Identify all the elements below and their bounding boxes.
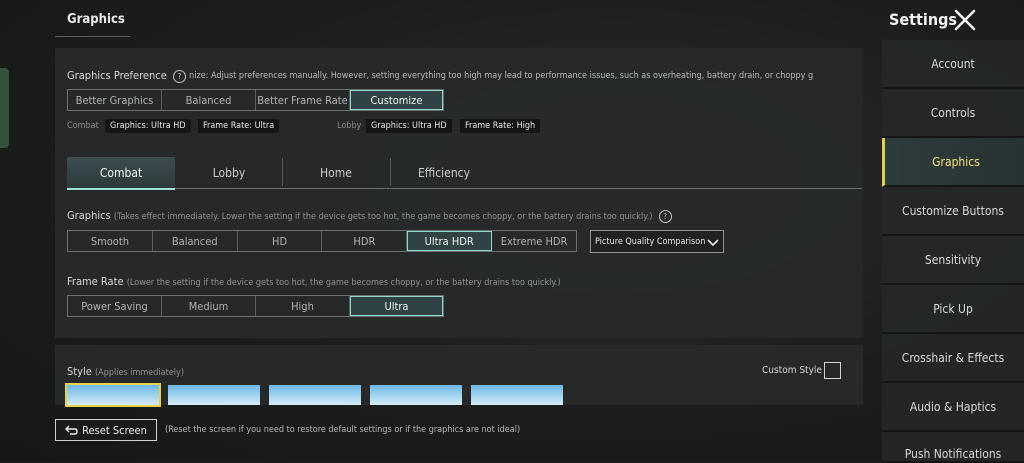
graphics-quality-heading: Graphics (Takes effect immediately. Lowe…	[67, 209, 672, 223]
pref-option-customize[interactable]: Customize	[350, 90, 443, 110]
graphics-quality-label: Graphics	[67, 209, 111, 222]
close-button[interactable]	[953, 8, 977, 32]
style-heading: Style (Applies immediately)	[67, 365, 184, 378]
close-icon	[954, 9, 976, 31]
combat-summary-label: Combat	[67, 121, 99, 131]
sidebar-item-sensitivity[interactable]: Sensitivity	[882, 236, 1024, 285]
lobby-summary-label: Lobby	[337, 121, 362, 131]
combat-graphics-chip: Graphics: Ultra HD	[105, 119, 191, 133]
pref-option-balanced[interactable]: Balanced	[162, 90, 256, 110]
frame-rate-label: Frame Rate	[67, 275, 124, 288]
custom-style-label: Custom Style	[762, 365, 822, 376]
graphics-option-ultra-hdr[interactable]: Ultra HDR	[407, 231, 493, 251]
pref-option-better-graphics[interactable]: Better Graphics	[68, 90, 162, 110]
graphics-quality-selector: Smooth Balanced HD HDR Ultra HDR Extreme…	[67, 230, 577, 252]
reset-arrow-icon	[65, 425, 78, 435]
reset-screen-button[interactable]: Reset Screen	[55, 419, 157, 441]
style-thumbnail[interactable]	[370, 385, 462, 405]
tab-divider	[390, 158, 391, 186]
frame-rate-selector: Power Saving Medium High Ultra	[67, 295, 444, 317]
graphics-preference-description: nize: Adjust preferences manually. Howev…	[189, 71, 814, 81]
graphics-option-extreme-hdr[interactable]: Extreme HDR	[492, 231, 576, 251]
frame-rate-note: (Lower the setting if the device gets to…	[126, 278, 561, 288]
reset-screen-note: (Reset the screen if you need to restore…	[165, 425, 521, 435]
combat-framerate-chip: Frame Rate: Ultra	[198, 119, 280, 133]
sidebar-item-controls[interactable]: Controls	[882, 89, 1024, 138]
graphics-option-hdr[interactable]: HDR	[322, 231, 408, 251]
section-title-underline	[55, 36, 130, 37]
help-icon[interactable]: ?	[658, 209, 672, 223]
graphics-preference-label: Graphics Preference	[67, 69, 167, 82]
mode-tabs: Combat Lobby Home Efficiency	[67, 157, 862, 190]
dropdown-label: Picture Quality Comparison	[595, 236, 706, 247]
framerate-option-power-saving[interactable]: Power Saving	[68, 296, 162, 316]
sidebar-item-audio-haptics[interactable]: Audio & Haptics	[882, 383, 1024, 432]
pref-option-better-frame-rate[interactable]: Better Frame Rate	[256, 90, 350, 110]
sidebar-item-customize-buttons[interactable]: Customize Buttons	[882, 187, 1024, 236]
graphics-option-smooth[interactable]: Smooth	[68, 231, 153, 251]
graphics-preference-selector: Better Graphics Balanced Better Frame Ra…	[67, 89, 444, 111]
sidebar-item-graphics[interactable]: Graphics	[882, 138, 1024, 187]
tab-combat[interactable]: Combat	[67, 157, 175, 190]
framerate-option-medium[interactable]: Medium	[162, 296, 256, 316]
style-thumbnail[interactable]	[65, 383, 161, 407]
help-icon[interactable]: ?	[172, 69, 186, 83]
style-thumbnail[interactable]	[168, 385, 260, 405]
custom-style-checkbox[interactable]	[824, 362, 841, 379]
graphics-option-balanced[interactable]: Balanced	[153, 231, 238, 251]
graphics-preference-heading: Graphics Preference ? nize: Adjust prefe…	[67, 69, 850, 83]
style-thumbnail[interactable]	[269, 385, 361, 405]
section-title: Graphics	[67, 12, 125, 27]
frame-rate-heading: Frame Rate (Lower the setting if the dev…	[67, 275, 561, 288]
graphics-option-hd[interactable]: HD	[238, 231, 323, 251]
framerate-option-ultra[interactable]: Ultra	[350, 296, 443, 316]
sidebar-item-pick-up[interactable]: Pick Up	[882, 285, 1024, 334]
style-thumbnail[interactable]	[471, 385, 563, 405]
lobby-framerate-chip: Frame Rate: High	[460, 119, 541, 133]
chevron-down-icon	[707, 238, 719, 246]
reset-screen-label: Reset Screen	[82, 423, 147, 437]
lobby-graphics-chip: Graphics: Ultra HD	[366, 119, 452, 133]
settings-title: Settings	[889, 10, 957, 29]
style-note: (Applies immediately)	[95, 368, 184, 378]
sidebar-item-account[interactable]: Account	[882, 40, 1024, 89]
style-label: Style	[67, 365, 92, 378]
sidebar-item-crosshair-effects[interactable]: Crosshair & Effects	[882, 334, 1024, 383]
framerate-option-high[interactable]: High	[256, 296, 350, 316]
graphics-quality-note: (Takes effect immediately. Lower the set…	[113, 212, 653, 222]
tab-lobby[interactable]: Lobby	[175, 157, 283, 188]
sidebar-item-push-notifications[interactable]: Push Notifications	[882, 432, 1024, 463]
left-edge-handle[interactable]	[0, 68, 9, 148]
tab-efficiency[interactable]: Efficiency	[390, 157, 498, 188]
tab-divider	[282, 158, 283, 186]
settings-sidebar: Account Controls Graphics Customize Butt…	[882, 38, 1024, 463]
picture-quality-comparison-dropdown[interactable]: Picture Quality Comparison	[590, 230, 724, 253]
tab-home[interactable]: Home	[282, 157, 390, 188]
